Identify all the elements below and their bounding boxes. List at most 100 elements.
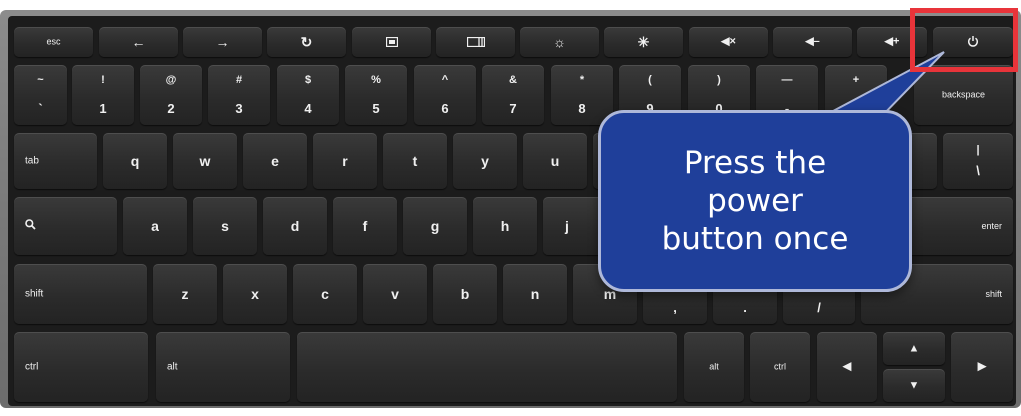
fullscreen-key[interactable] (352, 27, 431, 57)
mute-key[interactable]: ◀× (689, 27, 768, 57)
w-label: w (199, 153, 211, 169)
key-8[interactable]: * 8 (551, 65, 613, 125)
volume-down-icon: ◀– (805, 35, 820, 48)
emdash-label: — (781, 74, 793, 86)
key-n[interactable]: n (503, 264, 567, 324)
forward-arrow-icon: → (215, 34, 230, 50)
left-alt-key[interactable]: alt (156, 332, 290, 402)
left-shift-key[interactable]: shift (14, 264, 147, 324)
overview-key[interactable] (436, 27, 515, 57)
callout-line-2: power (707, 183, 803, 219)
keyboard-photo: esc ← → ↻ ☼ ✳ ◀× ◀– ◀+ ~ ` ! 1 @ 2 # 3 $… (0, 0, 1021, 416)
left-shift-label: shift (25, 288, 44, 300)
key-r[interactable]: r (313, 133, 377, 189)
q-label: q (130, 153, 140, 169)
a-label: a (151, 218, 159, 234)
left-ctrl-label: ctrl (25, 361, 39, 373)
left-ctrl-key[interactable]: ctrl (14, 332, 148, 402)
key-2[interactable]: @ 2 (140, 65, 202, 125)
key-x[interactable]: x (223, 264, 287, 324)
key-z[interactable]: z (153, 264, 217, 324)
refresh-key[interactable]: ↻ (267, 27, 346, 57)
backspace-key[interactable]: backspace (914, 65, 1013, 125)
y-label: y (481, 153, 489, 169)
three-label: 3 (235, 101, 243, 116)
n-label: n (530, 286, 540, 302)
right-shift-label: shift (985, 289, 1002, 299)
slash-label: / (817, 300, 821, 315)
period-label: . (743, 300, 747, 315)
key-q[interactable]: q (103, 133, 167, 189)
key-f[interactable]: f (333, 197, 397, 255)
backslash-key[interactable]: | \ (943, 133, 1013, 189)
volume-down-key[interactable]: ◀– (773, 27, 852, 57)
key-y[interactable]: y (453, 133, 517, 189)
ampersand-label: & (509, 74, 517, 86)
arrow-up-icon: ▲ (908, 342, 920, 354)
plus-label: + (852, 74, 860, 86)
brightness-down-icon: ☼ (553, 34, 566, 50)
u-label: u (550, 153, 560, 169)
key-b[interactable]: b (433, 264, 497, 324)
v-label: v (391, 286, 399, 302)
at-label: @ (165, 74, 177, 86)
pipe-label: | (976, 144, 980, 156)
paren-close-label: ) (717, 74, 721, 86)
z-label: z (181, 286, 189, 302)
brightness-up-icon: ✳ (637, 34, 650, 50)
callout-line-1: Press the (683, 145, 827, 181)
tab-key[interactable]: tab (14, 133, 97, 189)
key-5[interactable]: % 5 (345, 65, 407, 125)
search-icon (25, 219, 36, 233)
arrow-down-key[interactable]: ▼ (883, 369, 945, 402)
esc-key[interactable]: esc (14, 27, 93, 57)
key-w[interactable]: w (173, 133, 237, 189)
arrow-up-key[interactable]: ▲ (883, 332, 945, 365)
arrow-right-icon: ▶ (977, 360, 987, 373)
mute-icon: ◀× (721, 35, 736, 48)
key-s[interactable]: s (193, 197, 257, 255)
arrow-right-key[interactable]: ▶ (951, 332, 1013, 402)
grave-key[interactable]: ~ ` (14, 65, 67, 125)
brightness-up-key[interactable]: ✳ (604, 27, 683, 57)
arrow-left-icon: ◀ (842, 360, 852, 373)
brightness-down-key[interactable]: ☼ (520, 27, 599, 57)
key-7[interactable]: & 7 (482, 65, 544, 125)
key-1[interactable]: ! 1 (72, 65, 134, 125)
overview-icon (436, 35, 515, 49)
key-a[interactable]: a (123, 197, 187, 255)
g-label: g (430, 218, 440, 234)
search-key[interactable] (14, 197, 117, 255)
j-label: j (565, 218, 569, 234)
arrow-left-key[interactable]: ◀ (817, 332, 877, 402)
key-v[interactable]: v (363, 264, 427, 324)
forward-key[interactable]: → (183, 27, 262, 57)
spacebar[interactable] (297, 332, 677, 402)
enter-label: enter (981, 221, 1002, 231)
grave-label: ` (38, 101, 43, 116)
key-t[interactable]: t (383, 133, 447, 189)
caret-label: ^ (441, 74, 449, 86)
back-key[interactable]: ← (99, 27, 178, 57)
refresh-icon: ↻ (300, 34, 313, 50)
key-g[interactable]: g (403, 197, 467, 255)
exclaim-label: ! (101, 74, 105, 86)
tilde-label: ~ (37, 74, 44, 86)
eight-label: 8 (578, 101, 586, 116)
key-d[interactable]: d (263, 197, 327, 255)
backslash-label: \ (976, 163, 980, 178)
key-u[interactable]: u (523, 133, 587, 189)
key-4[interactable]: $ 4 (277, 65, 339, 125)
right-ctrl-key[interactable]: ctrl (750, 332, 810, 402)
esc-label: esc (46, 36, 61, 47)
x-label: x (251, 286, 259, 302)
key-c[interactable]: c (293, 264, 357, 324)
c-label: c (321, 286, 329, 302)
t-label: t (412, 153, 418, 169)
key-3[interactable]: # 3 (208, 65, 270, 125)
r-label: r (342, 153, 348, 169)
key-6[interactable]: ^ 6 (414, 65, 476, 125)
dollar-label: $ (304, 74, 312, 86)
right-alt-key[interactable]: alt (684, 332, 744, 402)
key-e[interactable]: e (243, 133, 307, 189)
